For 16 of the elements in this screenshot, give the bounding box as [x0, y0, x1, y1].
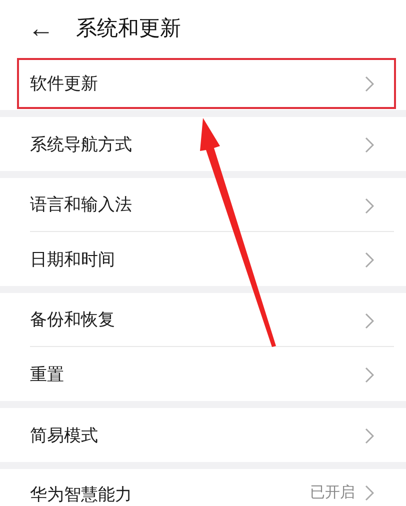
setting-label[interactable]: 重置: [30, 362, 365, 386]
setting-label[interactable]: 备份和恢复: [30, 308, 365, 331]
page-title: 系统和更新: [76, 15, 181, 42]
chevron-icon: [365, 428, 374, 444]
setting-label[interactable]: 日期和时间: [30, 248, 365, 270]
setting-label[interactable]: 华为智慧能力: [30, 483, 310, 506]
chevron-icon: [365, 198, 374, 214]
chevron-icon: [365, 252, 374, 268]
setting-label[interactable]: 语言和输入法: [30, 193, 365, 216]
chevron-icon: [365, 76, 374, 92]
chevron-icon: [365, 137, 374, 153]
chevron-icon: [365, 312, 374, 328]
back-button[interactable]: ←: [28, 15, 54, 41]
setting-value: 已开启: [310, 483, 355, 502]
chevron-icon: [365, 485, 374, 501]
chevron-icon: [365, 367, 374, 383]
